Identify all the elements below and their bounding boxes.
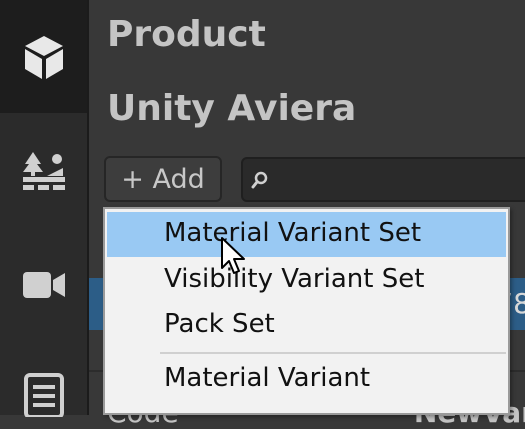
page-title: Product	[107, 14, 266, 55]
sidebar-item-list[interactable]	[0, 365, 87, 425]
menu-item-label: Material Variant Set	[164, 218, 422, 248]
search-field[interactable]	[241, 157, 525, 202]
menu-separator	[160, 352, 506, 354]
sidebar-item-camera[interactable]	[0, 250, 87, 320]
sidebar-item-product[interactable]	[0, 0, 87, 113]
menu-item-label: Visibility Variant Set	[164, 264, 425, 294]
add-button[interactable]: + Add	[104, 156, 222, 202]
sidebar	[0, 0, 87, 417]
menu-item-label: Material Variant	[164, 363, 371, 393]
product-name: Unity Aviera	[107, 88, 357, 129]
scene-icon	[22, 152, 65, 190]
menu-item-pack-set[interactable]: Pack Set	[107, 303, 506, 348]
video-camera-icon	[22, 272, 65, 298]
cube-icon	[24, 35, 63, 79]
sidebar-item-scene[interactable]	[0, 135, 87, 205]
menu-item-label: Pack Set	[164, 309, 275, 339]
add-dropdown-menu: Material Variant Set Visibility Variant …	[103, 207, 510, 415]
menu-item-material-variant[interactable]: Material Variant	[107, 357, 506, 402]
list-icon	[23, 373, 64, 417]
mouse-cursor-icon	[221, 237, 245, 274]
menu-item-material-variant-set[interactable]: Material Variant Set	[107, 212, 506, 257]
search-icon	[251, 171, 268, 189]
menu-item-visibility-variant-set[interactable]: Visibility Variant Set	[107, 258, 506, 303]
